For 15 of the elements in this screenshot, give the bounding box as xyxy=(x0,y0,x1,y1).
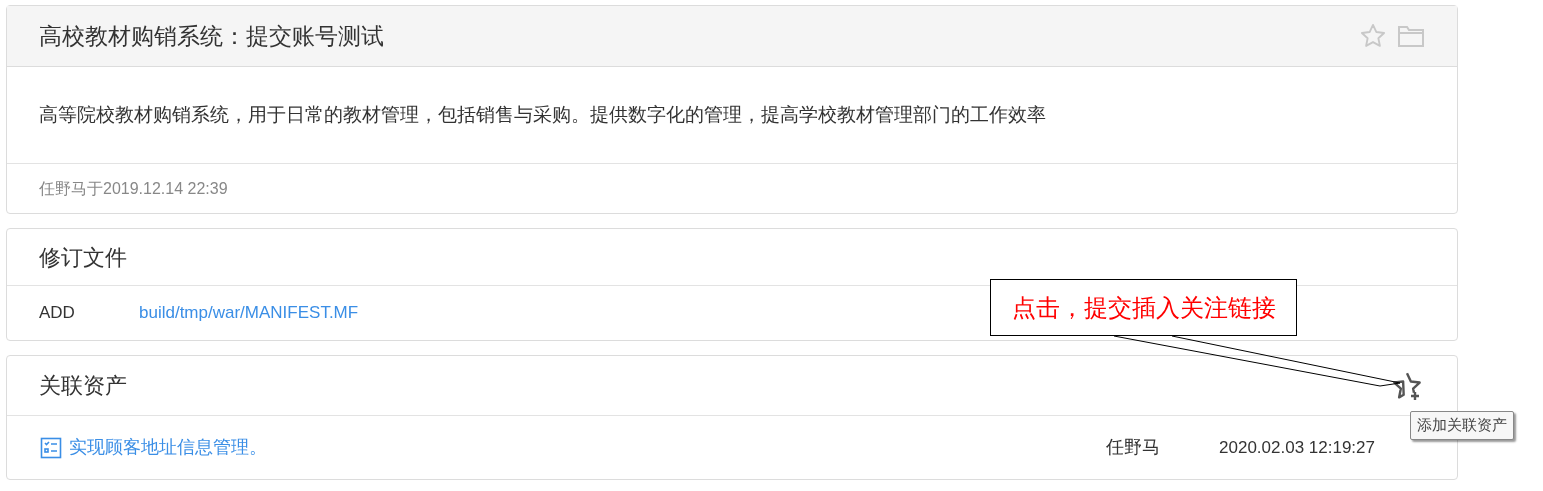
commit-meta: 任野马于2019.12.14 22:39 xyxy=(39,178,228,199)
asset-link[interactable]: 实现顾客地址信息管理。 xyxy=(69,434,1106,461)
section-title: 关联资产 xyxy=(39,372,127,400)
commit-title: 高校教材购销系统：提交账号测试 xyxy=(39,21,384,51)
asset-time: 2020.02.03 12:19:27 xyxy=(1219,436,1375,459)
asset-author: 任野马 xyxy=(1106,436,1161,459)
file-action: ADD xyxy=(39,302,76,325)
callout-text: 点击，提交插入关注链接 xyxy=(1011,293,1276,323)
folder-icon[interactable] xyxy=(1397,24,1425,48)
section-title: 修订文件 xyxy=(39,243,127,272)
star-icon[interactable] xyxy=(1359,22,1387,50)
file-link[interactable]: build/tmp/war/MANIFEST.MF xyxy=(139,300,359,326)
checklist-icon xyxy=(40,436,62,459)
commit-description: 高等院校教材购销系统，用于日常的教材管理，包括销售与采购。提供数字化的管理，提高学校教材管理部门的工作效率 xyxy=(39,102,1046,127)
tooltip: 添加关联资产 xyxy=(1410,411,1514,440)
